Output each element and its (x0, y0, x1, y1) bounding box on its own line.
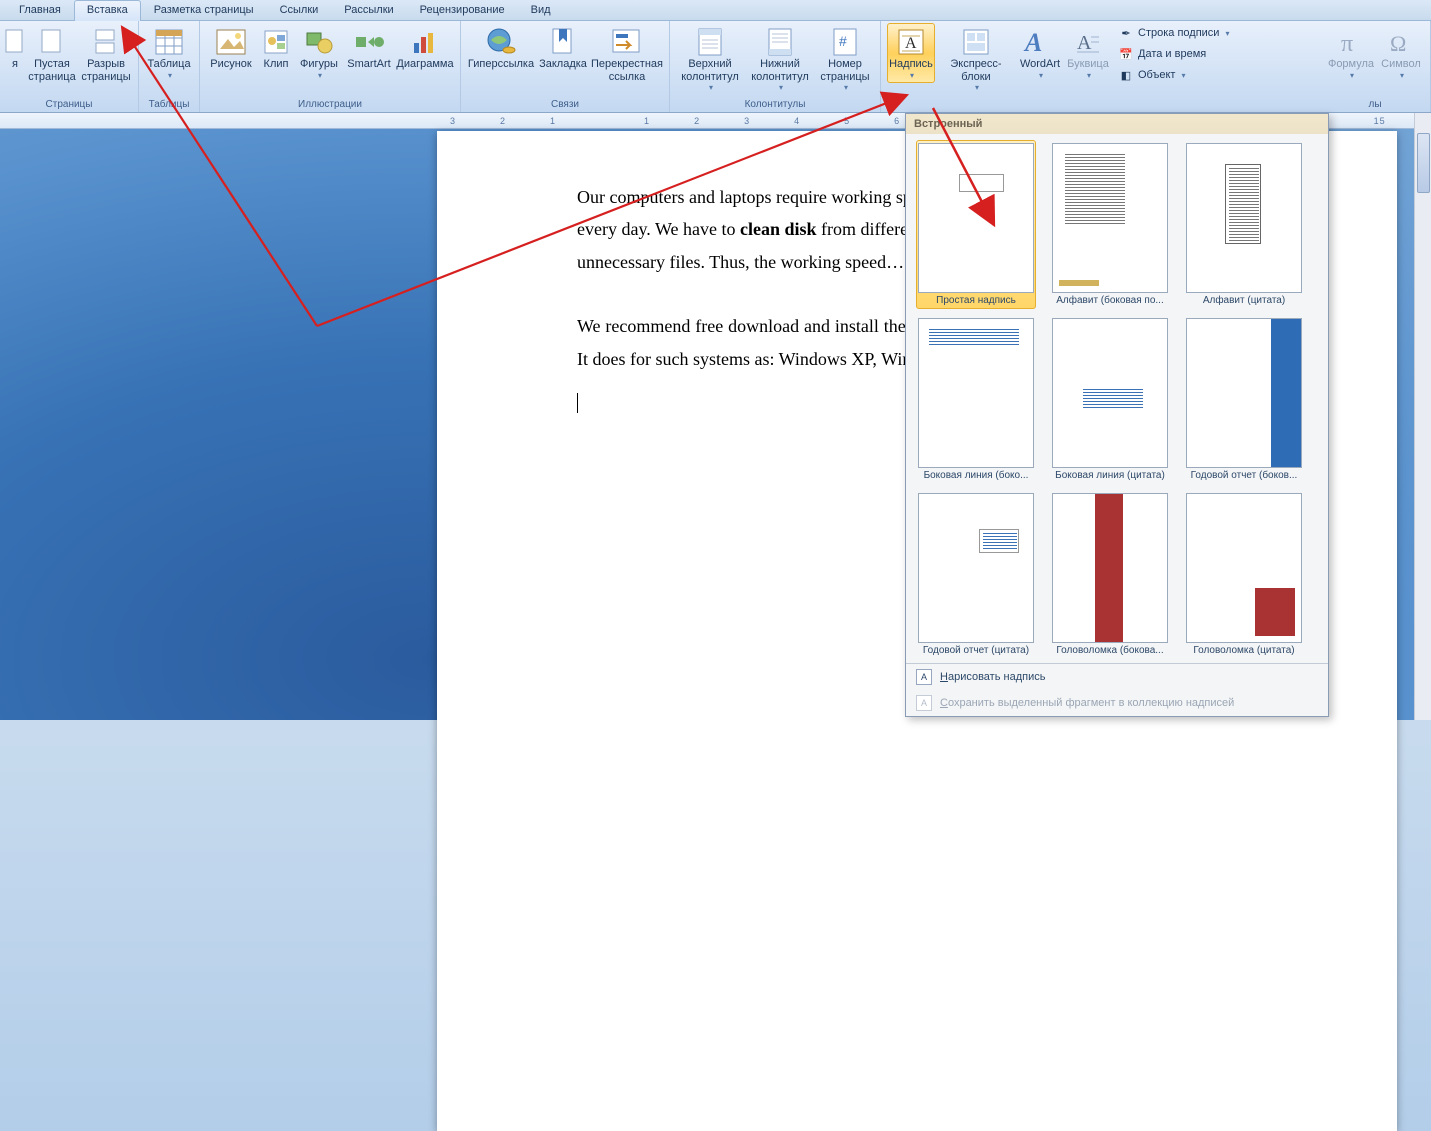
group-tables: Таблица Таблицы (139, 21, 200, 112)
blank-page-button[interactable]: Пустая страница (26, 23, 78, 86)
signature-line-button[interactable]: ✒Строка подписи (1113, 23, 1234, 43)
group-links: Гиперссылка Закладка Перекрестная ссылка… (461, 21, 670, 112)
calendar-icon: 📅 (1118, 46, 1134, 62)
group-title: Таблицы (145, 97, 193, 112)
smartart-button[interactable]: SmartArt (344, 23, 394, 74)
tab-insert[interactable]: Вставка (74, 0, 141, 21)
gallery-item-puzzle-sidebar[interactable]: Головоломка (бокова... (1050, 490, 1170, 659)
clip-button[interactable]: Клип (258, 23, 294, 74)
group-title: Страницы (6, 97, 132, 112)
text-cursor (577, 393, 578, 413)
wordart-button[interactable]: A WordArt (1017, 23, 1063, 83)
group-headerfooter: Верхний колонтитул Нижний колонтитул # Н… (670, 21, 881, 112)
save-icon: A (916, 695, 932, 711)
hyperlink-button[interactable]: Гиперссылка (467, 23, 535, 74)
svg-text:A: A (905, 35, 917, 52)
document-area: 3211234567891011121314151617 Our compute… (0, 113, 1431, 720)
gallery-item-puzzle-quote[interactable]: Головоломка (цитата) (1184, 490, 1304, 659)
object-button[interactable]: ◧Объект (1113, 65, 1234, 85)
svg-text:π: π (1341, 31, 1353, 57)
table-icon (153, 26, 185, 58)
bookmark-icon (547, 26, 579, 58)
omega-icon: Ω (1385, 26, 1417, 58)
gallery-scroll[interactable]: Простая надпись Алфавит (боковая по... А… (906, 134, 1328, 663)
tab-references[interactable]: Ссылки (267, 0, 332, 21)
gallery-item-sideline-quote[interactable]: Боковая линия (цитата) (1050, 315, 1170, 484)
group-pages: я Пустая страница Разрыв страницы Страни… (0, 21, 139, 112)
tab-view[interactable]: Вид (518, 0, 564, 21)
page-break-icon (90, 26, 122, 58)
tab-review[interactable]: Рецензирование (407, 0, 518, 21)
tab-page-layout[interactable]: Разметка страницы (141, 0, 267, 21)
gallery-item-alphabet-sidebar[interactable]: Алфавит (боковая по... (1050, 140, 1170, 309)
tab-mailings[interactable]: Рассылки (331, 0, 406, 21)
footer-button[interactable]: Нижний колонтитул (746, 23, 814, 95)
svg-text:Ω: Ω (1390, 31, 1406, 56)
clip-icon (260, 26, 292, 58)
object-icon: ◧ (1118, 67, 1134, 83)
group-title (887, 108, 1234, 112)
table-button[interactable]: Таблица (145, 23, 193, 83)
chart-button[interactable]: Диаграмма (396, 23, 454, 74)
pi-icon: π (1335, 26, 1367, 58)
svg-text:A: A (1023, 28, 1042, 57)
tab-strip: Главная Вставка Разметка страницы Ссылки… (0, 0, 1431, 21)
dropcap-button[interactable]: A Буквица (1065, 23, 1111, 83)
dropcap-icon: A (1072, 26, 1104, 58)
equation-button[interactable]: π Формула (1326, 23, 1376, 83)
crossref-button[interactable]: Перекрестная ссылка (591, 23, 663, 86)
header-icon (694, 26, 726, 58)
gallery-item-alphabet-quote[interactable]: Алфавит (цитата) (1184, 140, 1304, 309)
textbox-gallery: Встроенный Простая надпись Алфавит (боко… (905, 113, 1329, 717)
chart-icon (409, 26, 441, 58)
picture-icon (215, 26, 247, 58)
gallery-header: Встроенный (906, 114, 1328, 134)
header-button[interactable]: Верхний колонтитул (676, 23, 744, 95)
textbox-button[interactable]: A Надпись (887, 23, 935, 83)
group-title: лы (1326, 97, 1424, 112)
group-illustrations: Рисунок Клип Фигуры SmartArt Диаграмма И… (200, 21, 461, 112)
gallery-item-annual-quote[interactable]: Годовой отчет (цитата) (916, 490, 1036, 659)
symbol-button[interactable]: Ω Символ (1378, 23, 1424, 83)
crossref-icon (611, 26, 643, 58)
hash-icon: # (829, 26, 861, 58)
gallery-item-sideline-sidebar[interactable]: Боковая линия (боко... (916, 315, 1036, 484)
smartart-icon (353, 26, 385, 58)
textbox-icon: A (895, 26, 927, 58)
svg-text:A: A (1077, 32, 1092, 54)
quickparts-icon (960, 26, 992, 58)
group-text: A Надпись Экспресс-блоки A WordArt A Бук… (881, 21, 1240, 112)
date-time-button[interactable]: 📅Дата и время (1113, 44, 1234, 64)
pagenum-button[interactable]: # Номер страницы (816, 23, 874, 95)
group-title: Связи (467, 97, 663, 112)
group-title: Колонтитулы (676, 97, 874, 112)
quickparts-button[interactable]: Экспресс-блоки (937, 23, 1015, 95)
draw-textbox-button[interactable]: A Нарисовать надпись (906, 664, 1328, 690)
vertical-scrollbar[interactable] (1414, 113, 1431, 720)
page-break-button[interactable]: Разрыв страницы (80, 23, 132, 86)
gallery-footer: A Нарисовать надпись A Сохранить выделен… (906, 663, 1328, 716)
group-title: Иллюстрации (206, 97, 454, 112)
wordart-icon: A (1024, 26, 1056, 58)
globe-link-icon (485, 26, 517, 58)
svg-text:#: # (839, 33, 847, 49)
bookmark-button[interactable]: Закладка (537, 23, 589, 74)
page-icon (36, 26, 68, 58)
gallery-item-annual-sidebar[interactable]: Годовой отчет (боков... (1184, 315, 1304, 484)
signature-icon: ✒ (1118, 25, 1134, 41)
cover-page-button[interactable]: я (6, 23, 24, 74)
picture-button[interactable]: Рисунок (206, 23, 256, 74)
shapes-icon (303, 26, 335, 58)
ribbon: я Пустая страница Разрыв страницы Страни… (0, 21, 1431, 113)
tab-home[interactable]: Главная (6, 0, 74, 21)
footer-icon (764, 26, 796, 58)
gallery-item-simple-textbox[interactable]: Простая надпись (916, 140, 1036, 309)
shapes-button[interactable]: Фигуры (296, 23, 342, 83)
group-symbols: π Формула Ω Символ лы (1320, 21, 1431, 112)
textbox-small-icon: A (916, 669, 932, 685)
save-selection-button: A Сохранить выделенный фрагмент в коллек… (906, 690, 1328, 716)
